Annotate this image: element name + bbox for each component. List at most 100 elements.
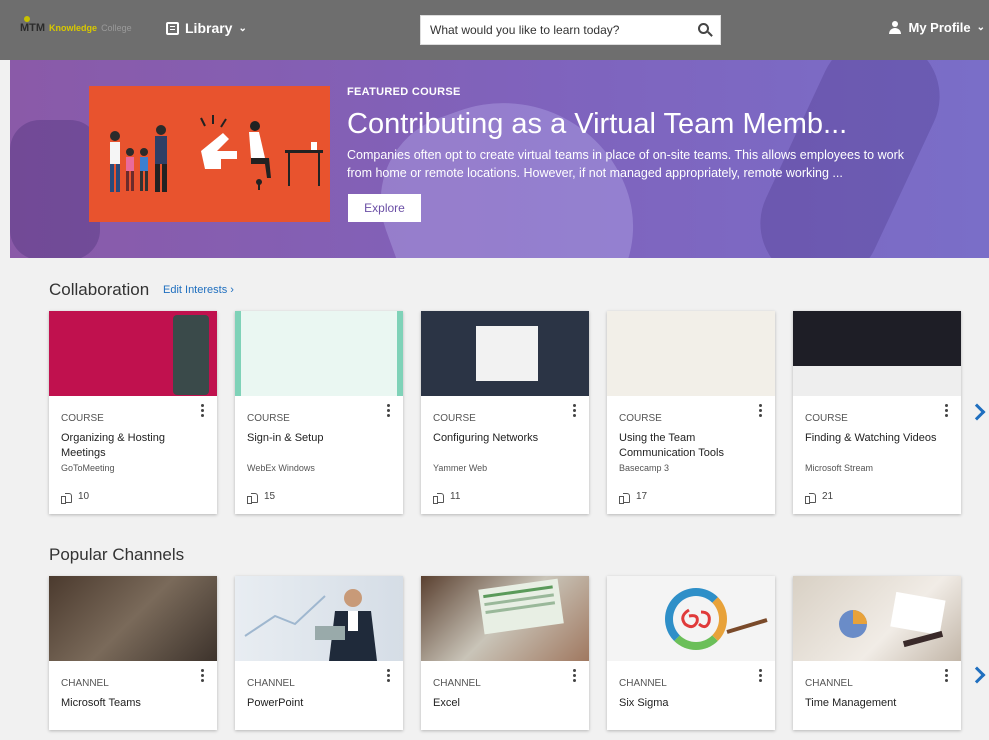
channel-card[interactable]: CHANNEL Microsoft Teams xyxy=(49,576,217,730)
course-thumbnail xyxy=(421,311,589,396)
like-button[interactable]: 21 xyxy=(805,491,834,504)
like-count: 10 xyxy=(78,491,90,502)
card-title[interactable]: Sign-in & Setup xyxy=(247,431,382,446)
virtual-team-illustration xyxy=(110,115,323,192)
presenter-image xyxy=(244,589,377,661)
course-card[interactable]: COURSE Configuring Networks Yammer Web 1… xyxy=(421,311,589,514)
profile-label: My Profile xyxy=(908,20,971,35)
card-type: CHANNEL xyxy=(61,678,109,689)
featured-course-info: FEATURED COURSE Contributing as a Virtua… xyxy=(347,86,967,182)
like-button[interactable]: 15 xyxy=(247,491,276,504)
card-title[interactable]: Time Management xyxy=(805,696,940,711)
channel-thumbnail xyxy=(49,576,217,661)
course-thumbnail xyxy=(49,311,217,396)
card-type: COURSE xyxy=(619,413,662,424)
channel-thumbnail xyxy=(421,576,589,661)
spreadsheet-image xyxy=(478,578,564,635)
company-logo[interactable]: MTM Knowledge College xyxy=(20,16,132,34)
channel-card[interactable]: CHANNEL Time Management xyxy=(793,576,961,730)
more-options-icon[interactable] xyxy=(385,404,391,418)
collaboration-section-title: Collaboration xyxy=(49,280,150,299)
card-title[interactable]: Using the Team Communication Tools xyxy=(619,431,754,461)
course-card[interactable]: COURSE Finding & Watching Videos Microso… xyxy=(793,311,961,514)
more-options-icon[interactable] xyxy=(943,669,949,683)
like-count: 15 xyxy=(264,491,276,502)
like-count: 17 xyxy=(636,491,648,502)
card-title[interactable]: Excel xyxy=(433,696,568,711)
more-options-icon[interactable] xyxy=(199,669,205,683)
channel-thumbnail xyxy=(235,576,403,661)
chevron-down-icon: ⌄ xyxy=(976,22,985,33)
more-options-icon[interactable] xyxy=(385,669,391,683)
more-options-icon[interactable] xyxy=(571,669,577,683)
card-source: WebEx Windows xyxy=(247,463,315,473)
thumbs-up-icon xyxy=(247,492,258,504)
thumbs-up-icon xyxy=(433,492,444,504)
featured-course-title[interactable]: Contributing as a Virtual Team Memb... xyxy=(347,107,917,142)
thumbs-up-icon xyxy=(619,492,630,504)
search-box xyxy=(420,15,721,45)
card-title[interactable]: PowerPoint xyxy=(247,696,382,711)
phone-mockup xyxy=(173,315,209,395)
profile-menu[interactable]: My Profile ⌄ xyxy=(888,20,985,35)
library-menu[interactable]: Library ⌄ xyxy=(166,20,247,36)
popular-channels-section-title: Popular Channels xyxy=(49,545,185,564)
like-button[interactable]: 11 xyxy=(433,491,461,504)
card-type: CHANNEL xyxy=(619,678,667,689)
time-management-image xyxy=(839,591,946,648)
featured-label: FEATURED COURSE xyxy=(347,86,461,98)
course-thumbnail xyxy=(793,311,961,396)
card-type: CHANNEL xyxy=(247,678,295,689)
more-options-icon[interactable] xyxy=(757,669,763,683)
like-count: 21 xyxy=(822,491,834,502)
card-title[interactable]: Six Sigma xyxy=(619,696,754,711)
logo-knowledge: Knowledge xyxy=(49,23,98,33)
more-options-icon[interactable] xyxy=(943,404,949,418)
chevron-down-icon: ⌄ xyxy=(238,22,247,34)
card-source: Yammer Web xyxy=(433,463,488,473)
logo-college: College xyxy=(101,23,132,33)
course-card[interactable]: COURSE Using the Team Communication Tool… xyxy=(607,311,775,514)
thumbs-up-icon xyxy=(61,492,72,504)
card-title[interactable]: Configuring Networks xyxy=(433,431,568,446)
card-title[interactable]: Finding & Watching Videos xyxy=(805,431,940,446)
library-icon xyxy=(166,21,179,35)
thumbs-up-icon xyxy=(805,492,816,504)
more-options-icon[interactable] xyxy=(571,404,577,418)
card-type: COURSE xyxy=(61,413,104,424)
card-source: Microsoft Stream xyxy=(805,463,874,473)
collaboration-next-arrow-icon[interactable] xyxy=(971,404,983,420)
card-title[interactable]: Organizing & Hosting Meetings xyxy=(61,431,196,461)
featured-course-banner: FEATURED COURSE Contributing as a Virtua… xyxy=(10,60,989,258)
card-type: COURSE xyxy=(805,413,848,424)
explore-button[interactable]: Explore xyxy=(348,194,421,222)
more-options-icon[interactable] xyxy=(199,404,205,418)
channel-card[interactable]: CHANNEL Six Sigma xyxy=(607,576,775,730)
edit-interests-link[interactable]: Edit Interests › xyxy=(163,284,234,296)
course-thumbnail xyxy=(235,311,403,396)
player-bar xyxy=(793,366,961,396)
channel-card[interactable]: CHANNEL PowerPoint xyxy=(235,576,403,730)
channel-card[interactable]: CHANNEL Excel xyxy=(421,576,589,730)
channel-thumbnail xyxy=(793,576,961,661)
card-type: COURSE xyxy=(433,413,476,424)
six-sigma-symbol xyxy=(681,608,768,634)
featured-course-image[interactable] xyxy=(89,86,330,222)
channel-thumbnail xyxy=(607,576,775,661)
channels-next-arrow-icon[interactable] xyxy=(971,667,983,683)
card-source: Basecamp 3 xyxy=(619,463,670,473)
more-options-icon[interactable] xyxy=(757,404,763,418)
like-button[interactable]: 17 xyxy=(619,491,648,504)
search-input[interactable] xyxy=(421,16,681,44)
card-type: CHANNEL xyxy=(433,678,481,689)
like-button[interactable]: 10 xyxy=(61,491,90,504)
dialog-mockup xyxy=(476,326,538,381)
top-navigation-bar: MTM Knowledge College Library ⌄ My Profi… xyxy=(0,0,989,60)
like-count: 11 xyxy=(450,491,461,502)
course-card[interactable]: COURSE Organizing & Hosting Meetings GoT… xyxy=(49,311,217,514)
card-title[interactable]: Microsoft Teams xyxy=(61,696,196,711)
search-icon[interactable] xyxy=(698,23,709,34)
library-label: Library xyxy=(185,20,233,36)
course-thumbnail xyxy=(607,311,775,396)
course-card[interactable]: COURSE Sign-in & Setup WebEx Windows 15 xyxy=(235,311,403,514)
